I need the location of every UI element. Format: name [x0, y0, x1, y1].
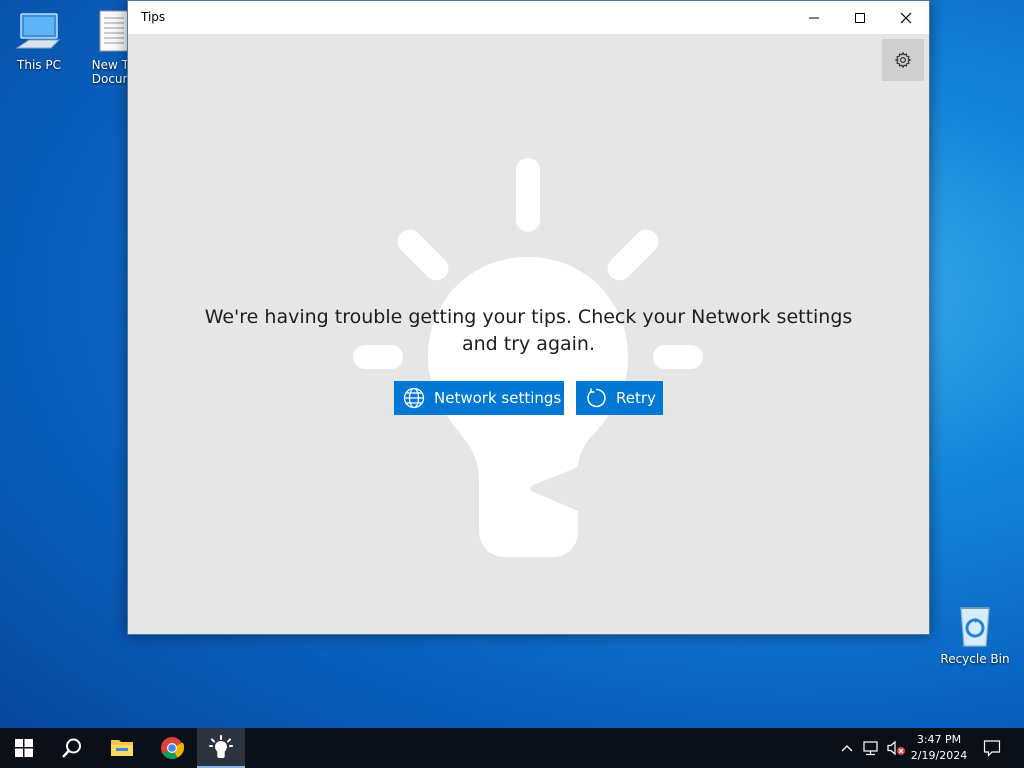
network-tray-button[interactable] [860, 728, 882, 768]
refresh-icon [585, 387, 607, 409]
clock[interactable]: 3:47 PM 2/19/2024 [906, 732, 972, 764]
error-message-line-1: We're having trouble getting your tips. … [204, 306, 853, 328]
chrome-button[interactable] [148, 728, 196, 768]
tips-taskbar-button[interactable] [197, 728, 245, 768]
tips-window: Tips We're having trouble getting your t… [127, 0, 930, 635]
search-button[interactable] [48, 728, 96, 768]
error-message-line-2: and try again. [461, 333, 596, 355]
network-settings-label: Network settings [434, 389, 562, 407]
file-explorer-icon [111, 740, 133, 756]
notification-icon [983, 740, 1001, 757]
gear-icon [894, 51, 912, 69]
clock-time: 3:47 PM [916, 733, 962, 746]
clock-date: 2/19/2024 [910, 749, 968, 762]
show-hidden-icons-button[interactable] [838, 728, 856, 768]
globe-icon [403, 387, 425, 409]
volume-muted-icon [887, 740, 905, 756]
start-button[interactable] [0, 728, 48, 768]
network-settings-button[interactable]: Network settings [394, 381, 564, 415]
volume-tray-button[interactable] [884, 728, 908, 768]
error-message: We're having trouble getting your tips. … [188, 304, 869, 358]
chrome-icon [161, 737, 184, 759]
chevron-up-icon [841, 745, 853, 752]
network-icon [863, 741, 878, 756]
recycle-bin-icon [951, 602, 999, 650]
file-explorer-button[interactable] [98, 728, 146, 768]
action-center-button[interactable] [980, 728, 1004, 768]
settings-button[interactable] [882, 39, 924, 81]
desktop-icon-recycle-bin[interactable]: Recycle Bin [938, 602, 1012, 666]
computer-icon [15, 8, 63, 56]
retry-label: Retry [616, 389, 656, 407]
desktop-icon-label: This PC [17, 58, 61, 72]
start-icon [15, 739, 33, 757]
retry-button[interactable]: Retry [576, 381, 663, 415]
tips-icon [209, 735, 233, 758]
desktop-icon-label: Recycle Bin [940, 652, 1010, 666]
search-icon [62, 738, 81, 758]
desktop-icon-this-pc[interactable]: This PC [2, 8, 76, 72]
taskbar: 3:47 PM 2/19/2024 [0, 728, 1024, 768]
